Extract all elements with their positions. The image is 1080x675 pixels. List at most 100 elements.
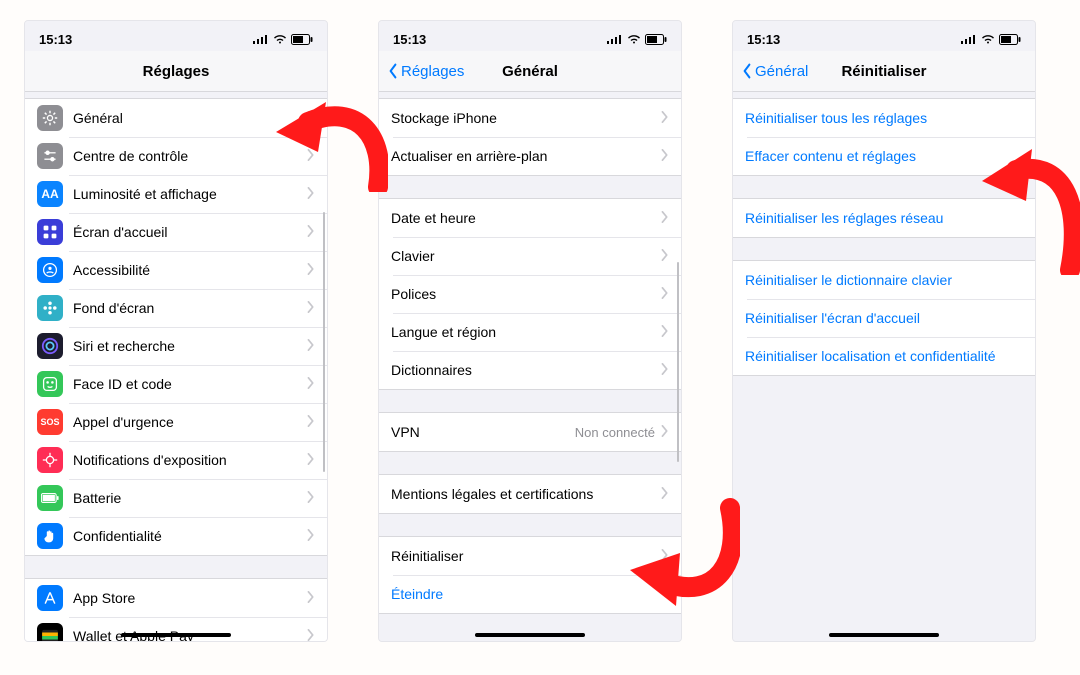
scrollbar[interactable] [323,212,325,472]
row-reset-location[interactable]: Réinitialiser localisation et confidenti… [733,337,1035,375]
battery-icon [645,34,667,45]
row-reset-network[interactable]: Réinitialiser les réglages réseau [733,199,1035,237]
content: Stockage iPhone Actualiser en arrière-pla… [379,92,681,641]
row-shutdown[interactable]: Éteindre [379,575,681,613]
chevron-right-icon [307,262,315,278]
row-label: Réinitialiser tous les réglages [745,110,1023,126]
display-icon: AA [37,181,63,207]
sos-icon: SOS [37,409,63,435]
row-label: Réinitialiser localisation et confidenti… [745,348,1023,364]
content: Général Centre de contrôle AA Luminosité et… [25,92,327,641]
row-label: Appel d'urgence [73,414,307,430]
row-reset-dict[interactable]: Réinitialiser le dictionnaire clavier [733,261,1035,299]
row-label: Clavier [391,248,661,264]
chevron-right-icon [661,110,669,126]
privacy-icon [37,523,63,549]
home-screen-icon [37,219,63,245]
chevron-right-icon [307,452,315,468]
row-appstore[interactable]: App Store [25,579,327,617]
chevron-right-icon [307,148,315,164]
row-erase-all[interactable]: Effacer contenu et réglages [733,137,1035,175]
nav-title: Réglages [143,63,210,80]
row-label: Dictionnaires [391,362,661,378]
back-button[interactable]: Réglages [387,63,464,80]
row-label: Effacer contenu et réglages [745,148,1023,164]
row-label: Notifications d'exposition [73,452,307,468]
row-label: Mentions légales et certifications [391,486,661,502]
row-privacy[interactable]: Confidentialité [25,517,327,555]
status-time: 15:13 [39,32,72,47]
home-indicator[interactable] [829,633,939,637]
row-label: VPN [391,424,575,440]
row-vpn[interactable]: VPNNon connecté [379,413,681,451]
status-icons [607,34,667,45]
chevron-right-icon [307,490,315,506]
row-exposure[interactable]: Notifications d'exposition [25,441,327,479]
row-label: Réinitialiser [391,548,661,564]
row-label: Siri et recherche [73,338,307,354]
chevron-right-icon [307,224,315,240]
row-accessibility[interactable]: Accessibilité [25,251,327,289]
row-background-refresh[interactable]: Actualiser en arrière-plan [379,137,681,175]
row-language[interactable]: Langue et région [379,313,681,351]
chevron-right-icon [307,186,315,202]
row-display[interactable]: AA Luminosité et affichage [25,175,327,213]
row-home-screen[interactable]: Écran d'accueil [25,213,327,251]
row-date-time[interactable]: Date et heure [379,199,681,237]
status-icons [961,34,1021,45]
signal-icon [961,34,977,44]
row-label: Face ID et code [73,376,307,392]
nav-bar: Général Réinitialiser [733,51,1035,92]
row-faceid[interactable]: Face ID et code [25,365,327,403]
row-wallpaper[interactable]: Fond d'écran [25,289,327,327]
chevron-right-icon [661,486,669,502]
row-dictionaries[interactable]: Dictionnaires [379,351,681,389]
row-battery[interactable]: Batterie [25,479,327,517]
row-label: Langue et région [391,324,661,340]
chevron-right-icon [307,528,315,544]
screen-reset: 15:13 Général Réinitialiser Réinitialise… [732,20,1036,642]
screen-settings: 15:13 Réglages Général Centre de contrôle… [24,20,328,642]
row-label: Stockage iPhone [391,110,661,126]
chevron-right-icon [661,548,669,564]
scrollbar[interactable] [677,262,679,462]
chevron-right-icon [661,324,669,340]
back-label: Général [755,63,808,80]
screen-general: 15:13 Réglages Général Stockage iPhoneAc… [378,20,682,642]
chevron-right-icon [307,590,315,606]
home-indicator[interactable] [475,633,585,637]
row-reset-all[interactable]: Réinitialiser tous les réglages [733,99,1035,137]
row-reset[interactable]: Réinitialiser [379,537,681,575]
row-siri[interactable]: Siri et recherche [25,327,327,365]
exposure-icon [37,447,63,473]
home-indicator[interactable] [121,633,231,637]
row-label: Confidentialité [73,528,307,544]
wifi-icon [273,34,287,44]
row-keyboard[interactable]: Clavier [379,237,681,275]
row-wallet[interactable]: Wallet et Apple Pay [25,617,327,641]
chevron-right-icon [661,286,669,302]
row-sos[interactable]: SOS Appel d'urgence [25,403,327,441]
faceid-icon [37,371,63,397]
chevron-left-icon [741,63,753,79]
wallpaper-icon [37,295,63,321]
status-time: 15:13 [393,32,426,47]
row-label: Luminosité et affichage [73,186,307,202]
chevron-right-icon [307,338,315,354]
row-fonts[interactable]: Polices [379,275,681,313]
general-icon [37,105,63,131]
row-legal[interactable]: Mentions légales et certifications [379,475,681,513]
nav-title: Réinitialiser [841,63,926,80]
control-center-icon [37,143,63,169]
chevron-right-icon [661,424,669,440]
row-general[interactable]: Général [25,99,327,137]
battery-icon [999,34,1021,45]
wallet-icon [37,623,63,641]
chevron-right-icon [307,110,315,126]
signal-icon [607,34,623,44]
row-storage[interactable]: Stockage iPhone [379,99,681,137]
row-reset-home[interactable]: Réinitialiser l'écran d'accueil [733,299,1035,337]
row-control-center[interactable]: Centre de contrôle [25,137,327,175]
back-button[interactable]: Général [741,63,808,80]
row-label: Centre de contrôle [73,148,307,164]
